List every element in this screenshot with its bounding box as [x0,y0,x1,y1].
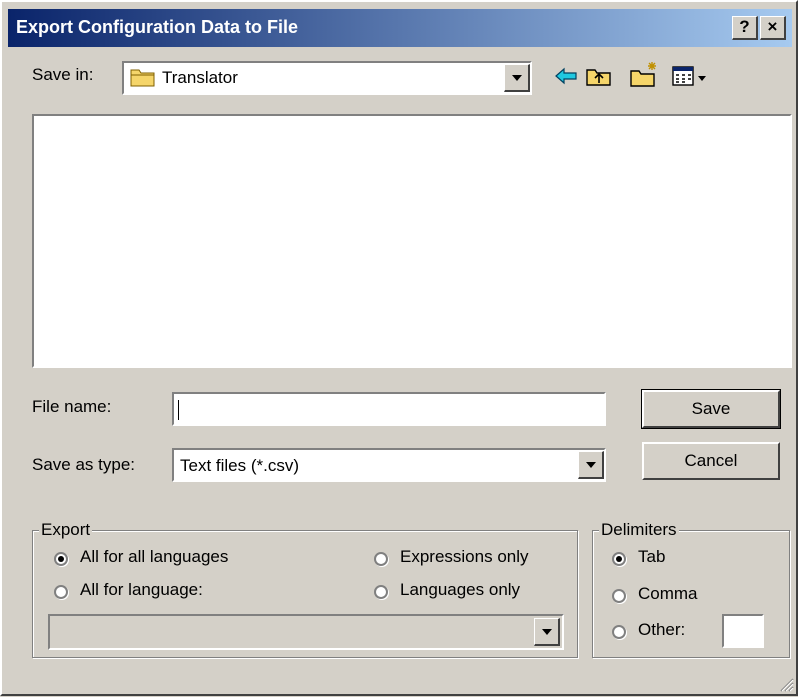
save-as-type-label: Save as type: [32,455,136,474]
radio-comma[interactable] [612,589,626,603]
save-in-combo[interactable]: Translator [122,61,532,95]
text-cursor [178,400,179,420]
radio-all-for-language[interactable] [54,585,68,599]
radio-languages-only[interactable] [374,585,388,599]
back-arrow-icon[interactable] [554,66,578,91]
export-legend: Export [39,520,93,540]
radio-other-label[interactable]: Other: [638,620,685,640]
file-name-label: File name: [32,397,112,416]
radio-all-for-all-languages-label[interactable]: All for all languages [80,547,228,567]
file-list[interactable] [32,114,792,368]
language-dropdown-button[interactable] [534,618,560,646]
radio-all-for-language-label[interactable]: All for language: [80,580,203,600]
dialog-window: Export Configuration Data to File ? × Sa… [0,0,798,696]
radio-tab-label[interactable]: Tab [638,547,665,567]
save-as-type-dropdown-button[interactable] [578,451,604,479]
save-button[interactable]: Save [641,389,781,429]
radio-other[interactable] [612,625,626,639]
radio-expressions-only-label[interactable]: Expressions only [400,547,529,567]
save-as-type-value: Text files (*.csv) [180,456,300,475]
other-delimiter-input[interactable] [722,614,764,648]
delimiters-legend: Delimiters [599,520,679,540]
save-in-label: Save in: [32,65,94,84]
radio-comma-label[interactable]: Comma [638,584,698,604]
save-in-value: Translator [162,68,238,87]
cancel-button[interactable]: Cancel [642,442,780,480]
radio-expressions-only[interactable] [374,552,388,566]
view-menu-icon[interactable] [672,66,708,93]
new-folder-icon[interactable] [630,60,660,93]
radio-languages-only-label[interactable]: Languages only [400,580,520,600]
radio-all-for-all-languages[interactable] [54,552,68,566]
save-as-type-combo[interactable]: Text files (*.csv) [172,448,606,482]
help-button[interactable]: ? [732,16,758,40]
file-name-input[interactable] [172,392,606,426]
folder-icon [130,66,156,93]
close-button[interactable]: × [760,16,786,40]
title-bar[interactable]: Export Configuration Data to File ? × [8,9,792,47]
radio-tab[interactable] [612,552,626,566]
save-in-dropdown-button[interactable] [504,64,530,92]
language-combo[interactable] [48,614,564,650]
resize-grip-icon[interactable] [776,674,794,697]
up-folder-icon[interactable] [586,65,612,92]
dialog-title: Export Configuration Data to File [16,17,298,37]
